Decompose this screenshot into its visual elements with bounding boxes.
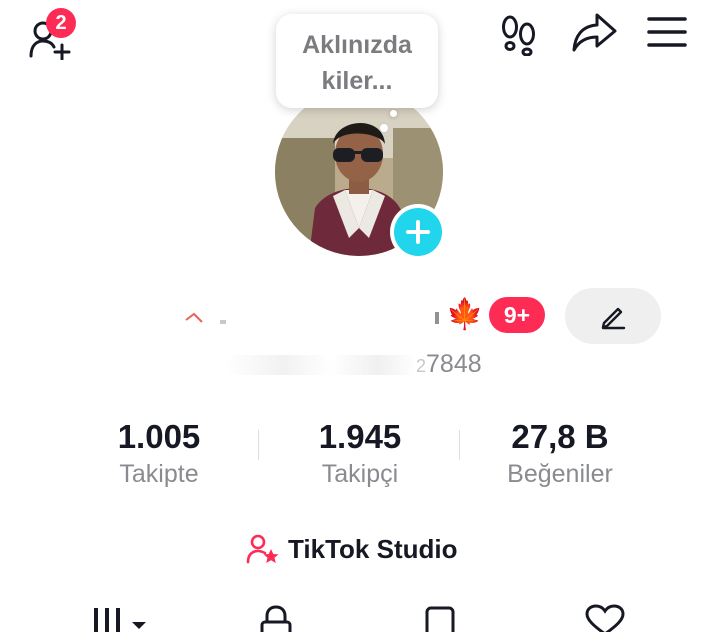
redaction-smudge [226,355,416,376]
stat-divider [459,430,460,460]
profile-views-button[interactable] [500,14,538,61]
note-bubble-tail [390,110,397,117]
redaction-smudge [185,312,439,324]
followers-count: 1.945 [318,418,402,455]
friend-request-badge: 2 [46,8,76,38]
stat-divider [258,430,259,460]
note-bubble[interactable]: Aklınızda kiler... [276,14,438,108]
note-bubble-line2: kiler... [321,67,393,95]
notification-badge[interactable]: 9+ [489,297,545,333]
add-story-button[interactable] [390,204,446,260]
menu-icon [647,17,687,47]
creator-star-icon [246,534,279,564]
likes-count: 27,8 B [511,418,609,455]
add-friend-button[interactable]: 2 [26,8,78,60]
heart-icon [585,604,625,632]
pencil-icon [601,307,626,330]
following-label: Takipte [119,460,199,488]
followers-stat[interactable]: 1.945 Takipçi [270,418,450,490]
menu-button[interactable] [647,16,687,53]
tiktok-studio-label: TikTok Studio [288,533,458,564]
repost-icon [425,606,455,632]
following-stat[interactable]: 1.005 Takipte [69,418,249,490]
likes-label: Beğeniler [507,460,613,488]
following-count: 1.005 [117,418,201,455]
followers-label: Takipçi [321,460,399,488]
username-handle: 27848 [226,348,496,380]
videos-grid-icon [94,608,146,632]
profile-name-redacted [180,300,450,332]
tab-reposts[interactable] [424,604,458,632]
lock-icon [260,605,292,632]
share-icon [572,13,617,52]
tab-videos[interactable] [92,604,152,632]
note-bubble-line1: Aklınızda [302,31,412,59]
note-bubble-tail-dot [379,123,389,133]
tab-liked[interactable] [584,604,626,632]
footprints-icon [502,15,535,57]
share-profile-button[interactable] [571,12,619,59]
likes-stat[interactable]: 27,8 B Beğeniler [470,418,650,490]
plus-icon [394,208,442,256]
maple-leaf-icon: 🍁 [446,298,484,331]
tiktok-studio-link[interactable]: TikTok Studio [246,530,457,568]
username-handle-fragment: 2 [416,356,427,376]
tab-private[interactable] [258,604,294,632]
edit-profile-button[interactable] [565,288,661,344]
username-handle-suffix: 7848 [426,350,482,378]
